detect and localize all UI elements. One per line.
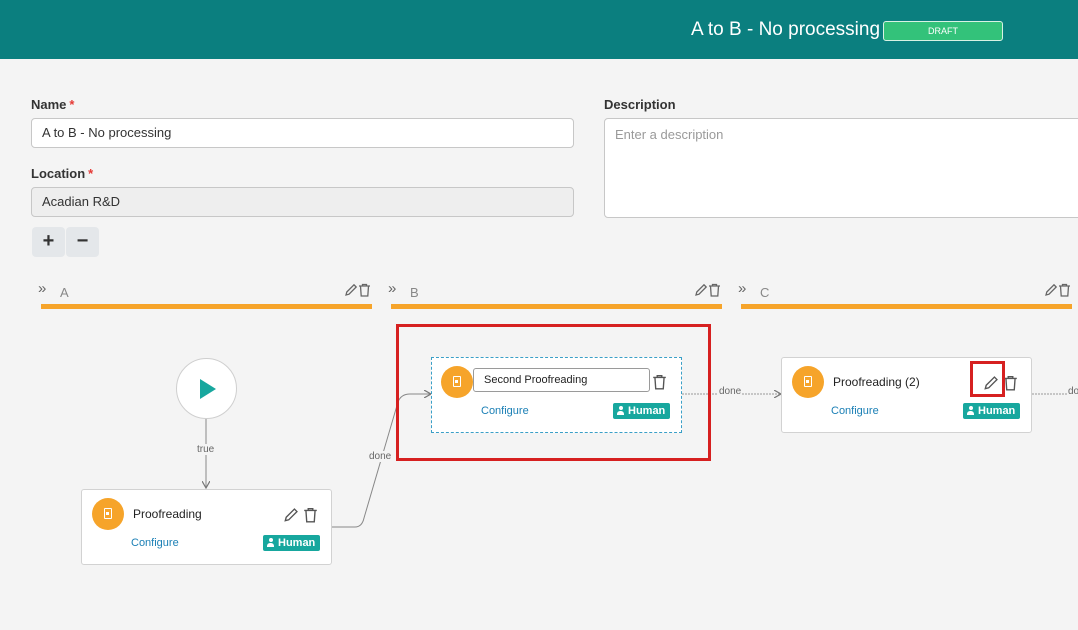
configure-link[interactable]: Configure: [831, 405, 879, 417]
person-icon: [967, 406, 974, 415]
node-title: Proofreading (2): [833, 375, 920, 389]
trash-icon[interactable]: [1003, 375, 1018, 391]
play-icon: [200, 379, 216, 399]
human-badge: Human: [963, 403, 1021, 419]
highlight-box: [970, 361, 1005, 397]
person-icon: [267, 538, 274, 547]
edge-label-done: done: [718, 386, 743, 397]
edge-label-true: true: [196, 444, 216, 455]
edge-label-done: done: [368, 451, 393, 462]
highlight-box: [396, 324, 711, 461]
node-title: Proofreading: [133, 507, 202, 521]
pencil-icon[interactable]: [283, 507, 299, 523]
configure-link[interactable]: Configure: [131, 537, 179, 549]
document-icon: [92, 498, 124, 530]
document-icon: [792, 366, 824, 398]
human-badge-label: Human: [978, 405, 1016, 417]
node-actions: [283, 506, 318, 524]
trash-icon[interactable]: [303, 507, 318, 523]
task-node-proofreading[interactable]: Proofreading Configure Human: [81, 489, 332, 565]
start-node[interactable]: [176, 358, 237, 419]
edge-label-done: done: [1067, 386, 1078, 397]
human-badge: Human: [263, 535, 321, 551]
human-badge-label: Human: [278, 537, 316, 549]
